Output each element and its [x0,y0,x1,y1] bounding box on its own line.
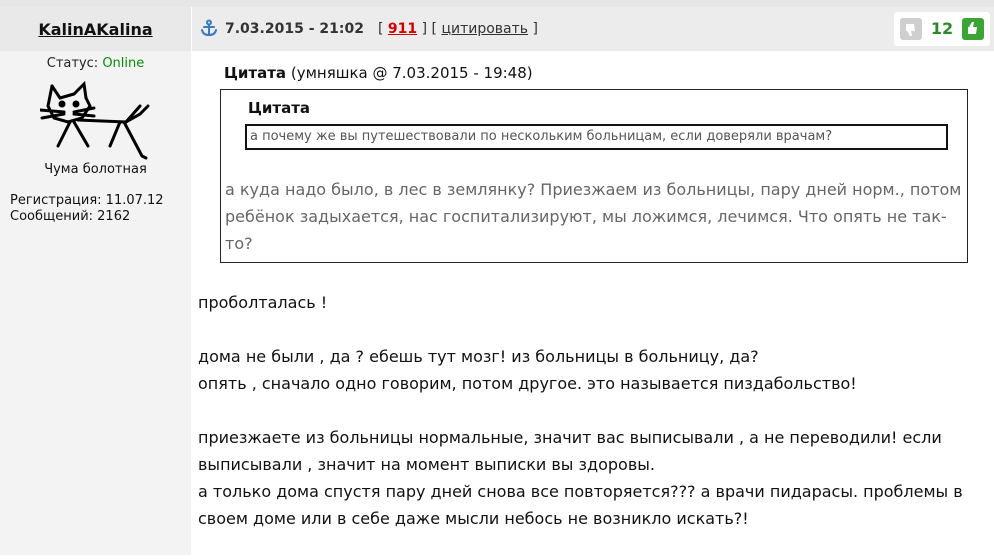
body-line: а только дома спустя пару дней снова все… [198,482,963,528]
user-sidebar: KalinAKalina Статус: Online Чума болотна… [0,7,191,555]
bracket-mid: ] [ [421,21,437,37]
quote-label: Цитата [224,64,287,82]
post-datetime: 7.03.2015 - 21:02 [225,21,364,37]
quote-reply-text: а куда надо было, в лес в землянку? Прие… [225,180,962,253]
post-header: 7.03.2015 - 21:02 [ 911 ] [ цитировать ]… [192,7,994,51]
nested-quote-text: а почему же вы путешествовали по несколь… [245,124,948,150]
rating-widget: 12 [894,12,990,46]
quote-header: Цитата (умняшка @ 7.03.2015 - 19:48) [224,64,994,82]
body-paragraph-2: дома не были , да ? ебешь тут мозг! из б… [198,343,988,397]
thumb-up-icon[interactable] [962,18,984,40]
online-status: Online [102,56,145,71]
quote-block: Цитата а почему же вы путешествовали по … [220,89,968,263]
thumb-down-icon[interactable] [900,18,922,40]
body-paragraph-3: приезжаете из больницы нормальные, значи… [198,424,988,532]
registration-date: Регистрация: 11.07.12 [10,193,164,208]
quote-link[interactable]: цитировать [441,21,528,37]
user-title: Чума болотная [44,162,147,177]
nested-quote-label: Цитата [248,99,311,117]
body-line: проболталась ! [198,293,328,312]
rating-score: 12 [930,19,954,38]
user-status: Статус: Online [0,56,191,71]
username-bar: KalinAKalina [0,7,191,51]
status-label: Статус: [46,56,99,71]
post-body: проболталась ! дома не были , да ? ебешь… [198,289,988,559]
user-stats: Регистрация: 11.07.12 Сообщений: 2162 [10,193,191,225]
anchor-icon[interactable] [200,19,218,37]
bracket-open: [ [378,21,384,37]
post-links: [ 911 ] [ цитировать ] [378,21,538,37]
post-number-link[interactable]: 911 [388,21,417,37]
bracket-close: ] [532,21,538,37]
message-count: Сообщений: 2162 [10,209,131,224]
body-line: опять , сначало одно говорим, потом друг… [198,374,857,393]
body-paragraph-1: проболталась ! [198,289,988,316]
cat-avatar [39,80,149,160]
top-border [0,0,994,7]
username-link[interactable]: KalinAKalina [38,20,152,39]
body-line: дома не были , да ? ебешь тут мозг! из б… [198,347,759,366]
body-line: приезжаете из больницы нормальные, значи… [198,428,942,474]
quote-attribution: (умняшка @ 7.03.2015 - 19:48) [290,64,533,82]
post-content: Цитата (умняшка @ 7.03.2015 - 19:48) Цит… [192,51,994,528]
